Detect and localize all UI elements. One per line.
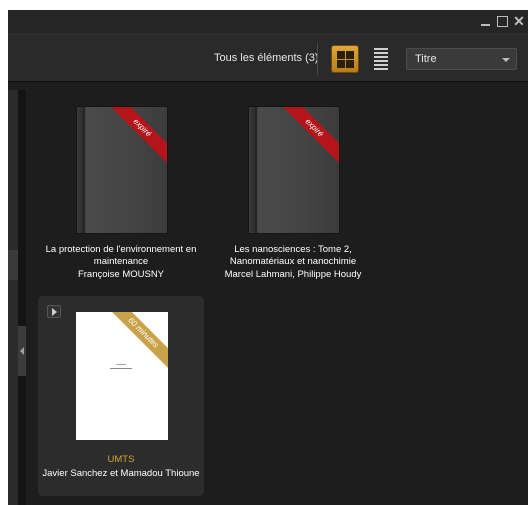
chevron-down-icon	[502, 58, 510, 62]
app-window: ✕ Tous les éléments (3) Titre expiré La …	[8, 10, 528, 505]
book-title: maintenance	[93, 256, 149, 267]
book-author: Marcel Lahmani, Philippe Houdy	[224, 269, 362, 280]
book-card[interactable]: expiré La protection de l'environnement …	[38, 98, 204, 298]
book-title: La protection de l'environnement en	[45, 244, 197, 255]
grid-view-button[interactable]	[331, 45, 359, 73]
close-button[interactable]: ✕	[512, 14, 526, 28]
left-panel-marker	[8, 250, 18, 280]
maximize-icon[interactable]	[495, 14, 509, 28]
sort-dropdown[interactable]: Titre	[406, 48, 517, 70]
library-grid: expiré La protection de l'environnement …	[26, 90, 528, 505]
book-cover[interactable]: expiré	[76, 106, 168, 234]
library-toolbar: Tous les éléments (3) Titre	[8, 34, 528, 82]
book-title: Les nanosciences : Tome 2,	[234, 244, 352, 255]
book-cover[interactable]: 60 minutes	[76, 312, 168, 440]
book-author: Françoise MOUSNY	[77, 269, 165, 280]
collapse-panel-handle[interactable]	[18, 326, 26, 376]
minimize-icon[interactable]	[478, 14, 492, 28]
book-cover[interactable]: expiré	[248, 106, 340, 234]
left-panel	[8, 90, 18, 505]
book-title: UMTS	[107, 454, 135, 465]
panel-splitter[interactable]	[18, 90, 26, 505]
title-bar: ✕	[8, 10, 528, 34]
expired-ribbon: expiré	[277, 107, 339, 165]
expired-ribbon: expiré	[105, 107, 167, 165]
time-remaining-ribbon: 60 minutes	[106, 312, 168, 370]
item-count-label[interactable]: Tous les éléments (3)	[214, 52, 319, 64]
book-author: Javier Sanchez et Mamadou Thioune	[42, 468, 200, 479]
list-view-icon[interactable]	[372, 46, 390, 72]
book-title: Nanomatériaux et nanochimie	[229, 256, 357, 267]
book-card-selected[interactable]: 60 minutes UMTS Javier Sanchez et Mamado…	[38, 296, 204, 496]
sort-dropdown-value: Titre	[415, 53, 437, 65]
book-card[interactable]: expiré Les nanosciences : Tome 2, Nanoma…	[210, 98, 376, 298]
play-icon[interactable]	[47, 305, 61, 318]
toolbar-divider	[317, 43, 318, 75]
